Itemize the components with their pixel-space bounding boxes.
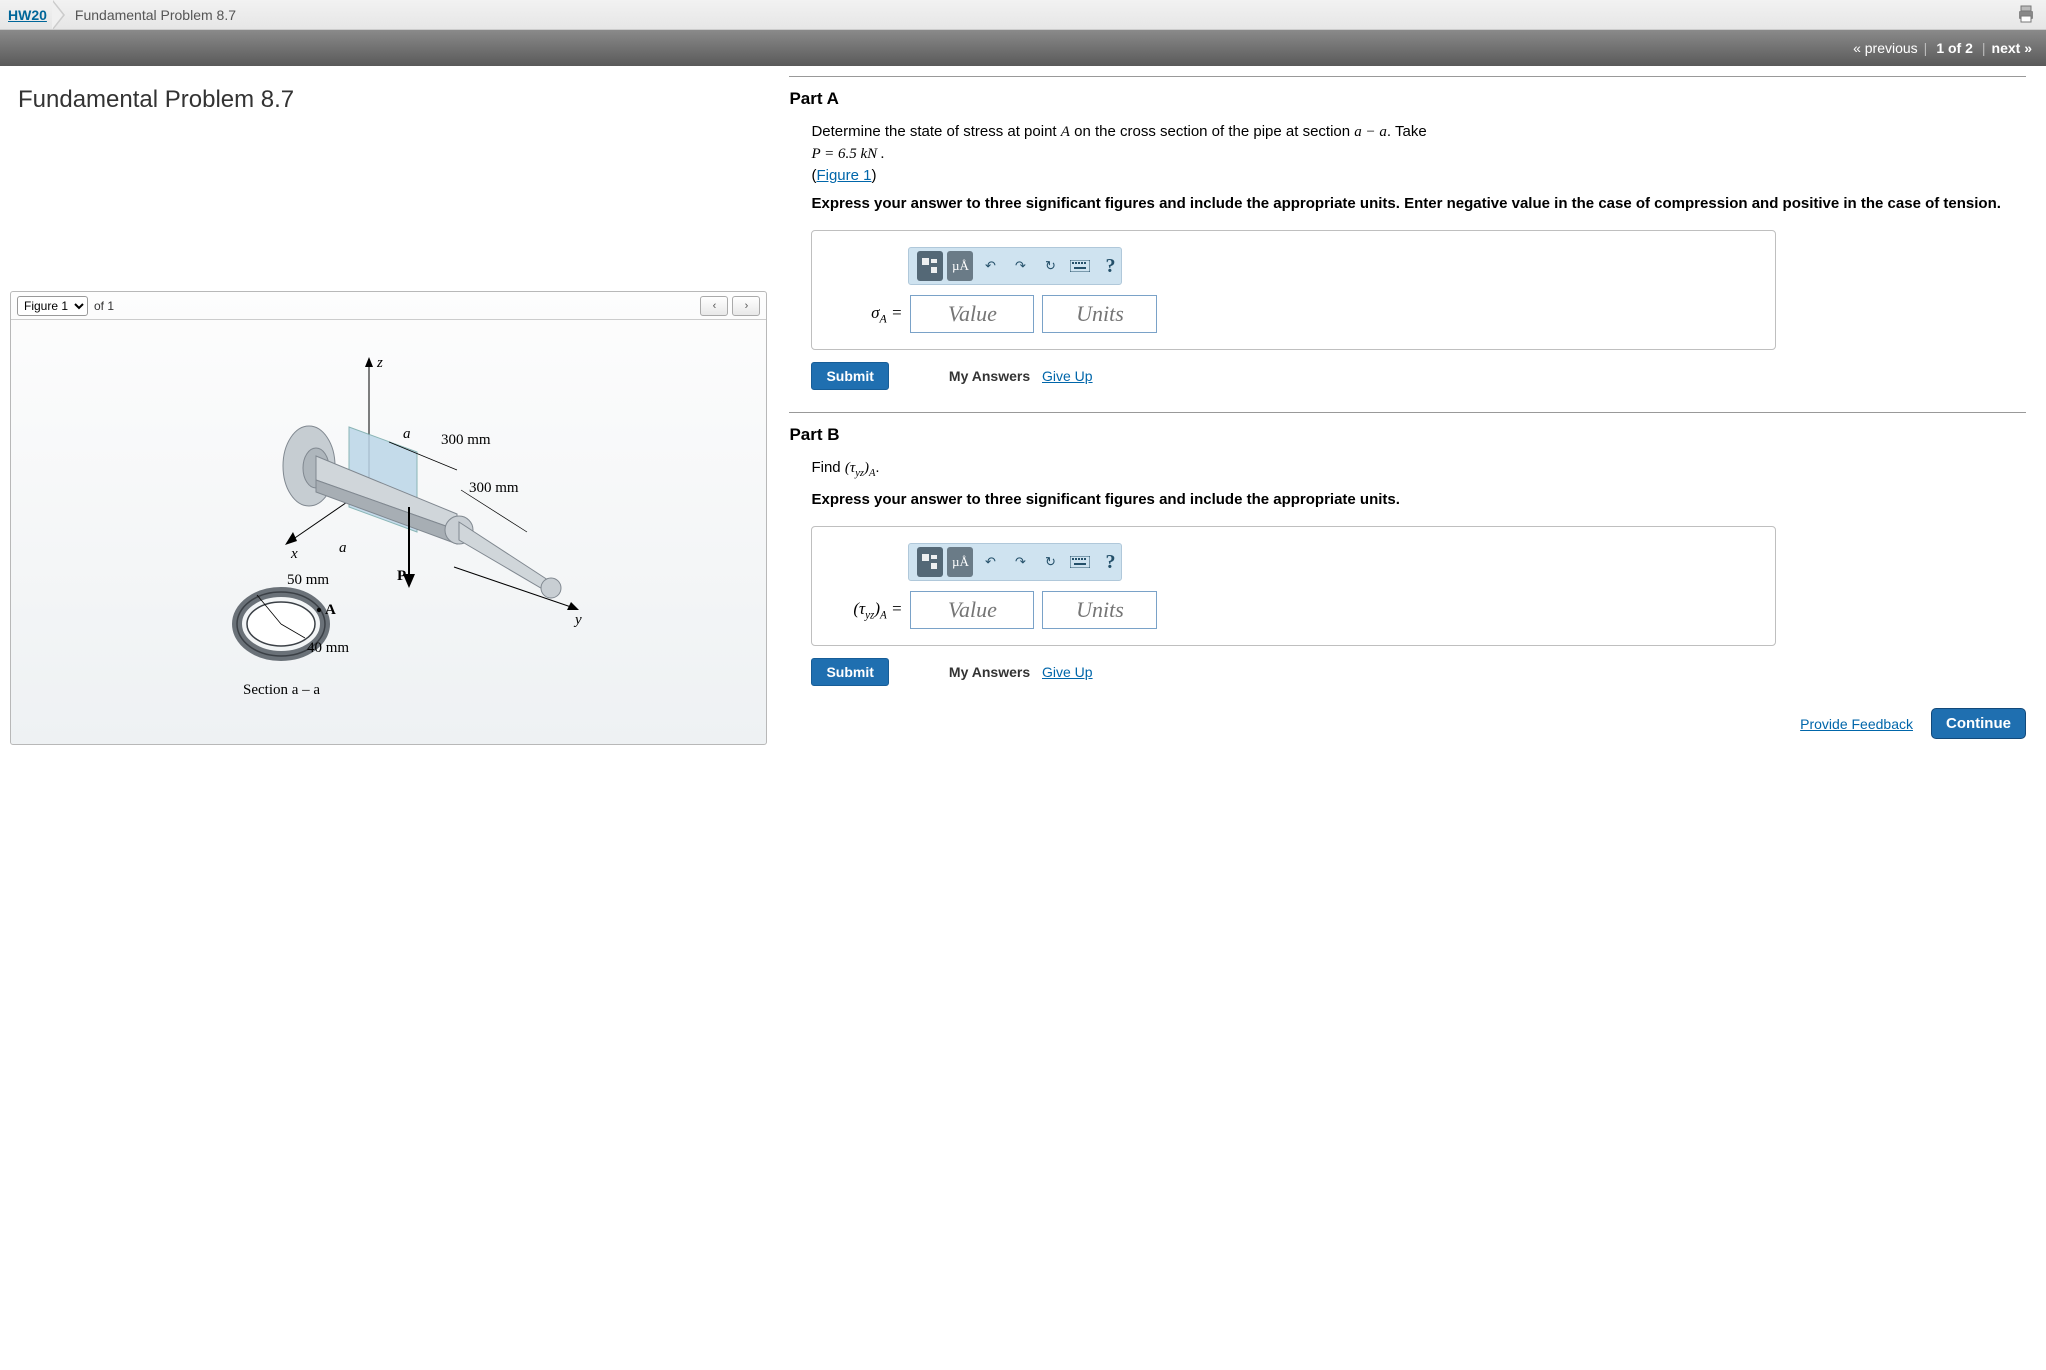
svg-text:y: y	[573, 612, 582, 628]
svg-text:300 mm: 300 mm	[469, 480, 519, 496]
footer-actions: Provide Feedback Continue	[789, 708, 2026, 739]
part-a-title: Part A	[789, 89, 2026, 109]
part-a-submit-button[interactable]: Submit	[811, 362, 888, 390]
figure-diagram: z x y a a A	[179, 332, 599, 732]
svg-text:A: A	[325, 602, 336, 618]
redo-icon[interactable]: ↷	[1007, 251, 1033, 281]
breadcrumb-bar: HW20 Fundamental Problem 8.7	[0, 0, 2046, 30]
redo-icon[interactable]: ↷	[1007, 547, 1033, 577]
breadcrumb-title: Fundamental Problem 8.7	[75, 7, 236, 23]
figure-link[interactable]: Figure 1	[816, 167, 871, 184]
part-b: Part B Find (τyz)A. Express your answer …	[789, 412, 2026, 686]
nav-sep: |	[1924, 40, 1928, 56]
help-icon[interactable]: ?	[1105, 255, 1115, 278]
part-a-submit-row: Submit My Answers Give Up	[811, 362, 2026, 390]
svg-text:z: z	[376, 355, 383, 371]
svg-text:a: a	[403, 426, 411, 442]
svg-text:50 mm: 50 mm	[287, 572, 329, 588]
part-b-my-answers[interactable]: My Answers	[949, 664, 1030, 680]
part-a-units-input[interactable]	[1042, 295, 1157, 333]
svg-text:x: x	[290, 546, 298, 562]
part-b-answer-box: µÅ ↶ ↷ ↻ ? (τyz)A =	[811, 526, 1775, 646]
svg-text:P: P	[397, 568, 406, 584]
page-title: Fundamental Problem 8.7	[18, 86, 763, 114]
svg-text:a: a	[339, 540, 347, 556]
right-column: Part A Determine the state of stress at …	[777, 66, 2046, 759]
part-a-value-input[interactable]	[910, 295, 1034, 333]
part-a-instructions: Express your answer to three significant…	[811, 194, 2026, 214]
part-b-prompt: Find (τyz)A.	[811, 457, 2026, 482]
figure-count: of 1	[94, 299, 114, 313]
symbols-icon[interactable]: µÅ	[947, 251, 973, 281]
chevron-right-icon	[53, 0, 65, 30]
nav-next[interactable]: next »	[1992, 40, 2032, 56]
part-b-give-up[interactable]: Give Up	[1042, 664, 1093, 680]
nav-sep: |	[1982, 40, 1986, 56]
hw-link[interactable]: HW20	[8, 7, 47, 23]
left-column: Fundamental Problem 8.7 Figure 1 of 1 ‹ …	[0, 66, 777, 759]
part-b-lhs: (τyz)A =	[830, 599, 902, 621]
equation-toolbar: µÅ ↶ ↷ ↻ ?	[908, 543, 1122, 581]
part-a-my-answers[interactable]: My Answers	[949, 368, 1030, 384]
continue-button[interactable]: Continue	[1931, 708, 2026, 739]
equation-toolbar: µÅ ↶ ↷ ↻ ?	[908, 247, 1122, 285]
part-b-units-input[interactable]	[1042, 591, 1157, 629]
part-b-title: Part B	[789, 425, 2026, 445]
part-a-give-up[interactable]: Give Up	[1042, 368, 1093, 384]
template-icon[interactable]	[917, 251, 943, 281]
part-a-lhs: σA =	[830, 303, 902, 326]
help-icon[interactable]: ?	[1105, 551, 1115, 574]
keyboard-icon[interactable]	[1067, 251, 1093, 281]
part-b-submit-button[interactable]: Submit	[811, 658, 888, 686]
nav-strip: « previous | 1 of 2 | next »	[0, 30, 2046, 66]
part-b-instructions: Express your answer to three significant…	[811, 490, 2026, 510]
part-a: Part A Determine the state of stress at …	[789, 76, 2026, 390]
symbols-icon[interactable]: µÅ	[947, 547, 973, 577]
figure-toolbar: Figure 1 of 1 ‹ ›	[11, 292, 766, 320]
print-icon[interactable]	[2016, 5, 2036, 23]
reset-icon[interactable]: ↻	[1037, 547, 1063, 577]
part-a-answer-box: µÅ ↶ ↷ ↻ ? σA =	[811, 230, 1775, 350]
reset-icon[interactable]: ↻	[1037, 251, 1063, 281]
figure-panel: Figure 1 of 1 ‹ › z x	[10, 291, 767, 745]
keyboard-icon[interactable]	[1067, 547, 1093, 577]
figure-prev-button[interactable]: ‹	[700, 296, 728, 316]
undo-icon[interactable]: ↶	[977, 251, 1003, 281]
svg-text:300 mm: 300 mm	[441, 432, 491, 448]
part-b-submit-row: Submit My Answers Give Up	[811, 658, 2026, 686]
provide-feedback-link[interactable]: Provide Feedback	[1800, 716, 1913, 732]
svg-text:40 mm: 40 mm	[307, 640, 349, 656]
nav-counter: 1 of 2	[1936, 40, 1973, 56]
figure-selector[interactable]: Figure 1	[17, 296, 88, 316]
figure-next-button[interactable]: ›	[732, 296, 760, 316]
nav-previous[interactable]: « previous	[1853, 40, 1918, 56]
undo-icon[interactable]: ↶	[977, 547, 1003, 577]
template-icon[interactable]	[917, 547, 943, 577]
svg-text:Section a – a: Section a – a	[243, 682, 320, 698]
part-b-value-input[interactable]	[910, 591, 1034, 629]
part-a-prompt: Determine the state of stress at point A…	[811, 121, 2026, 186]
